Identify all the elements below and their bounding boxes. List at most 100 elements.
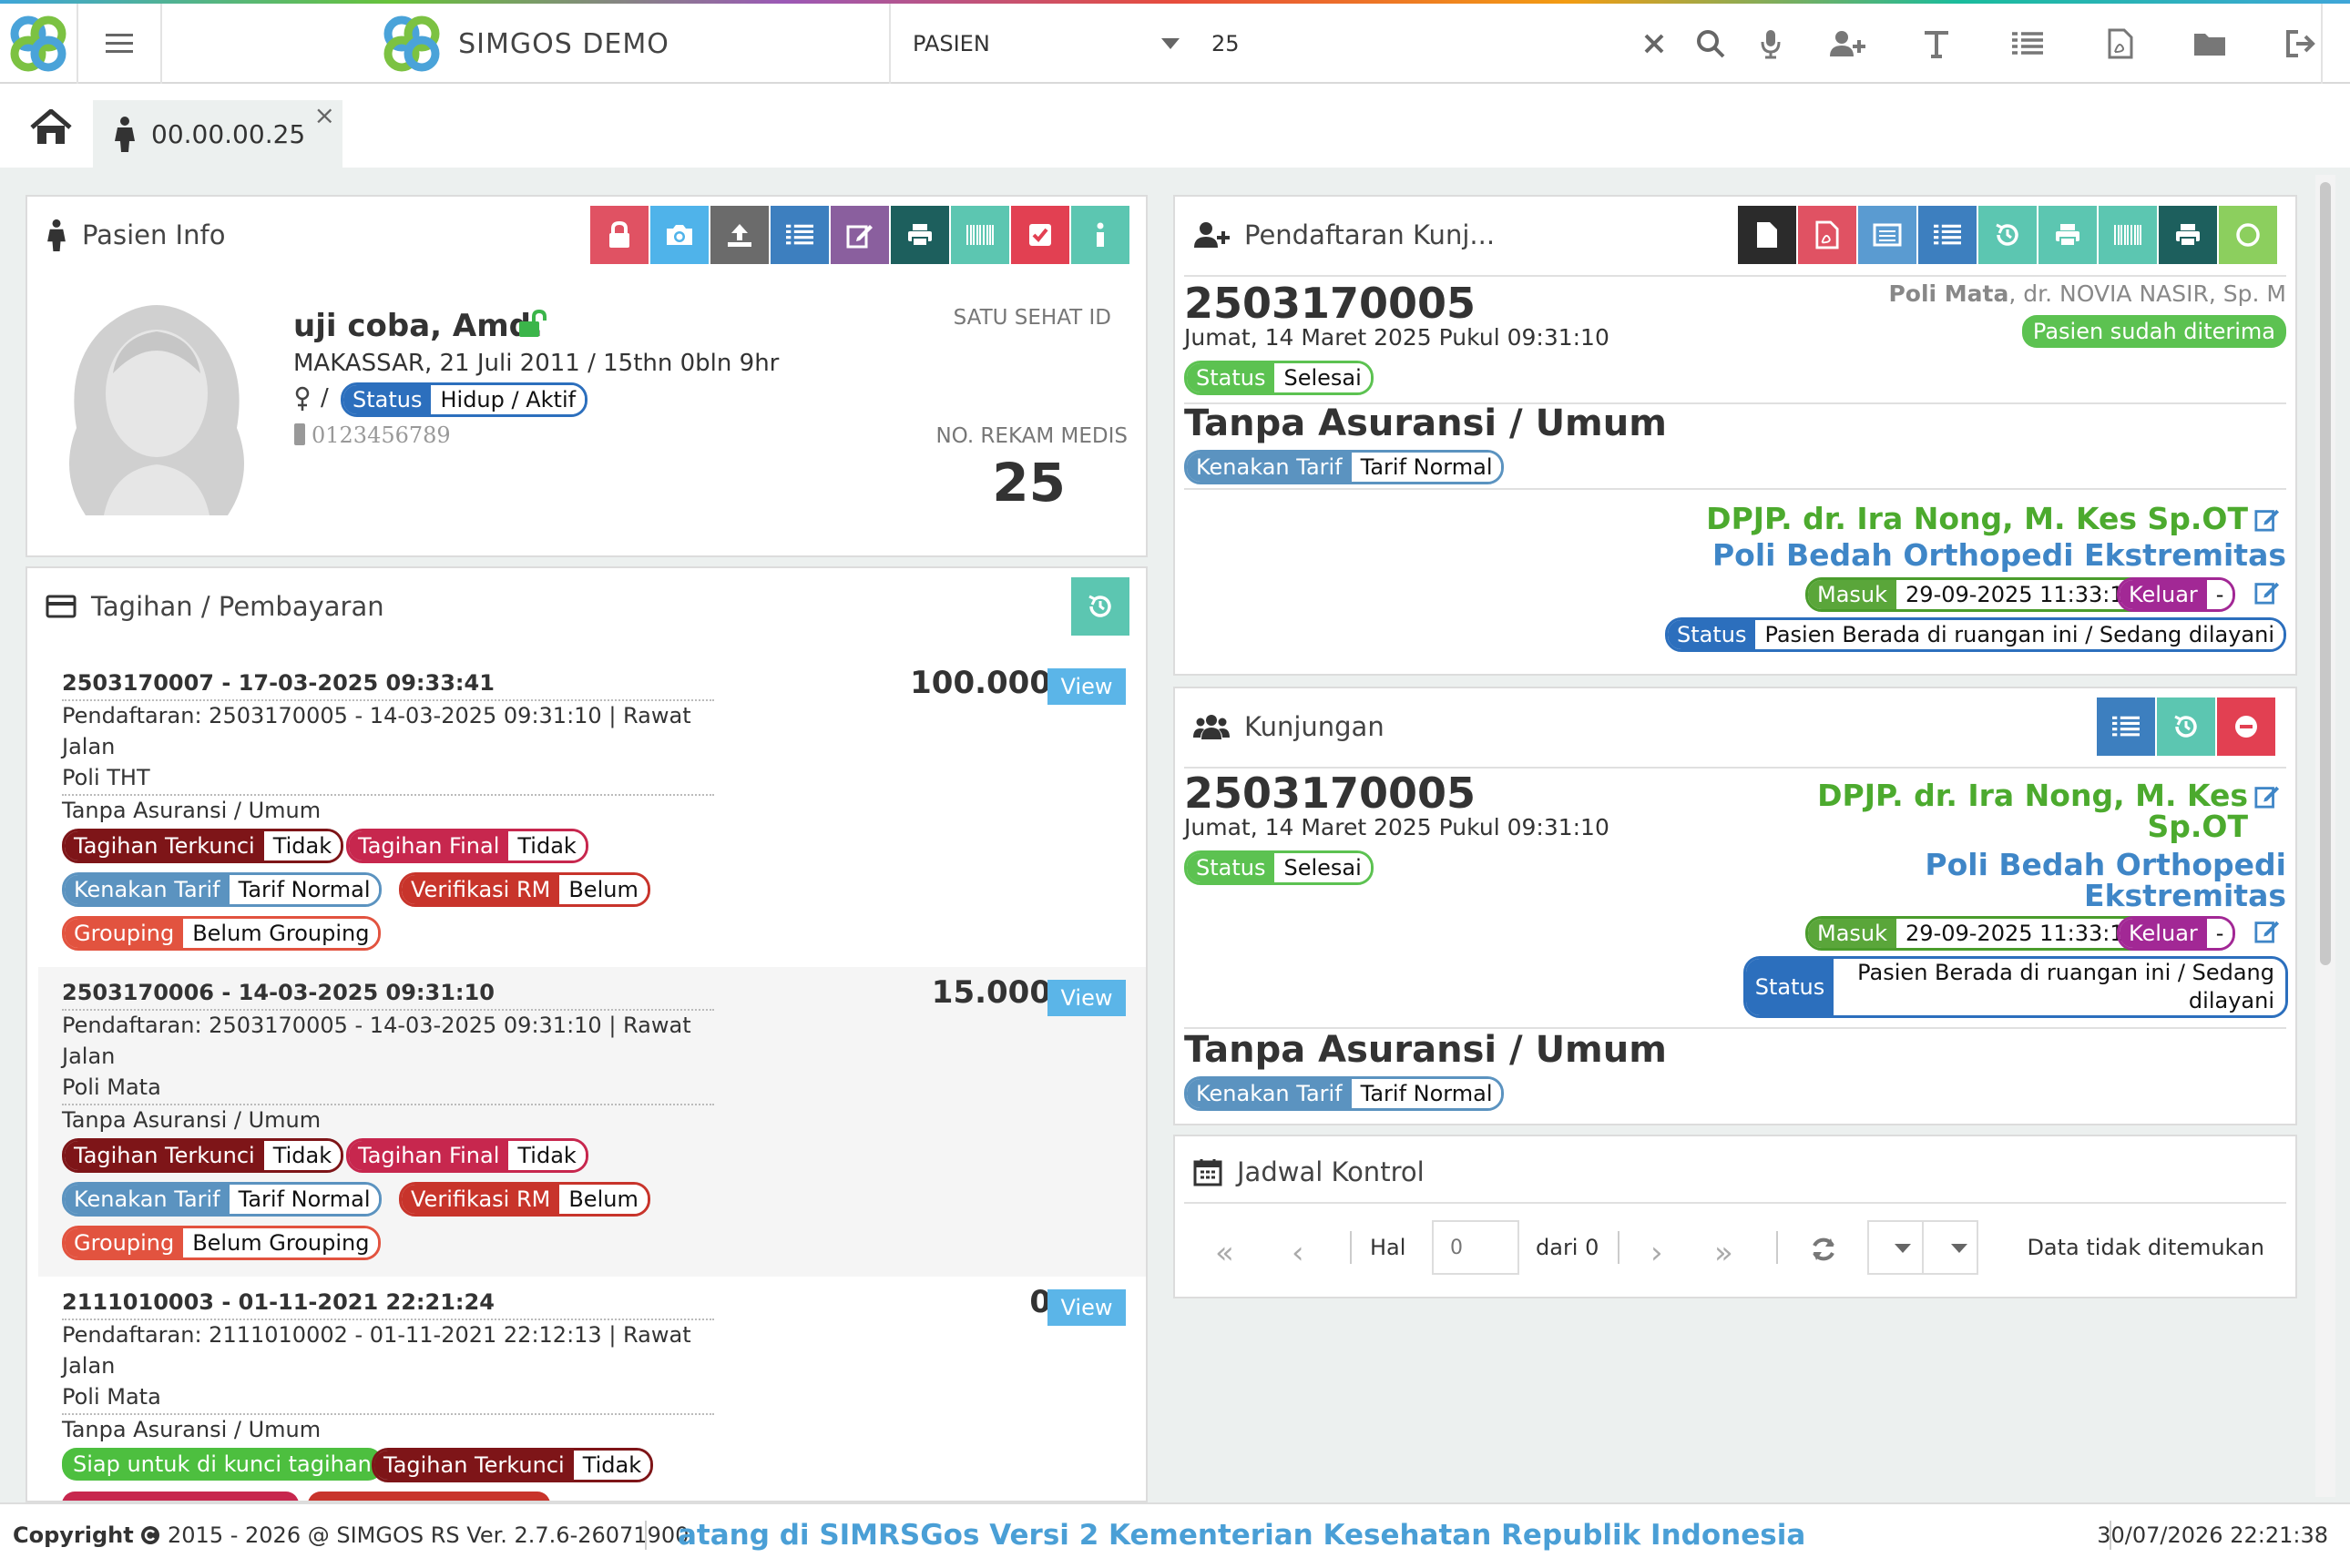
pdf-button[interactable] [2100,24,2141,64]
sign-out-icon [2286,30,2315,57]
users-icon [1193,715,1230,739]
tab-patient[interactable]: 00.00.00.25 × [93,100,342,168]
marquee-text: atang di SIMRSGos Versi 2 Kementerian Ke… [678,1519,1806,1552]
barcode-button[interactable] [951,206,1009,264]
satu-sehat-label: SATU SEHAT ID [953,306,1111,330]
brand-logo-icon [383,15,440,72]
history-button[interactable] [1978,206,2037,264]
list-item: 2503170006 - 14-03-2025 09:31:10 Pendaft… [38,967,1146,1277]
patient-birth: MAKASSAR, 21 Juli 2011 / 15thn 0bln 9hr [293,350,780,377]
empty-message: Data tidak ditemukan [2027,1235,2264,1260]
hal-label: Hal [1370,1235,1406,1260]
logout-button[interactable] [2281,24,2321,64]
lock-button[interactable] [590,206,649,264]
minus-circle-icon [2235,716,2257,738]
brand: SIMGOS DEMO [162,4,891,84]
pdf-button[interactable] [1798,206,1856,264]
view-button[interactable]: View [1047,980,1126,1016]
tab-close-icon[interactable]: × [314,100,335,130]
chevron-down-icon[interactable] [1161,38,1180,49]
status-badge: Tagihan Terkunci Tidak [62,1138,344,1173]
list-button[interactable] [2097,697,2155,756]
tarif-badge: Kenakan Tarif Tarif Normal [1184,1076,1505,1111]
page-size-select[interactable] [1867,1220,1978,1275]
status-badge: Tagihan Final Tidak [346,1138,588,1173]
keluar-badge: Keluar - [2117,577,2236,612]
page-total: dari 0 [1536,1235,1599,1260]
prev-page-button[interactable]: ‹ [1292,1235,1304,1271]
edit-icon[interactable] [2253,506,2281,532]
simgos-logo-icon [10,15,66,72]
first-page-button[interactable]: « [1215,1235,1234,1271]
app-logo[interactable] [0,4,78,84]
voice-search-button[interactable] [1751,24,1791,64]
status-badge: Kenakan Tarif Tarif Normal [62,1182,383,1217]
tagihan-panel: Tagihan / Pembayaran 2503170007 - 17-03-… [26,566,1148,1502]
scrollbar[interactable] [2315,175,2335,1497]
list-button[interactable] [771,206,829,264]
refresh-icon[interactable] [1809,1235,1838,1264]
print-label-button[interactable] [2159,206,2217,264]
search-type-select[interactable]: PASIEN [913,4,1186,84]
list-button[interactable] [1918,206,1977,264]
folder-button[interactable] [2190,24,2230,64]
cancel-button[interactable] [2217,697,2275,756]
edit-icon[interactable] [2253,918,2281,943]
phone-icon [294,423,305,445]
tab-home[interactable] [26,106,77,149]
text-button[interactable] [1916,24,1957,64]
verify-button[interactable] [1011,206,1069,264]
pdf-icon [1815,220,1839,249]
file-icon [1757,222,1777,248]
card-button[interactable] [1858,206,1916,264]
camera-button[interactable] [650,206,709,264]
panel-title: Jadwal Kontrol [1237,1156,1425,1187]
clear-search-button[interactable] [1634,24,1674,64]
search-input[interactable] [1211,24,1621,64]
folder-icon [2194,34,2225,56]
footer-datetime: 30/07/2026 22:21:38 [2097,1522,2328,1548]
tab-patient-label: 00.00.00.25 [151,118,306,149]
info-button[interactable] [1071,206,1129,264]
scrollbar-thumb[interactable] [2320,182,2331,965]
lock-icon [609,221,629,248]
unlock-icon[interactable] [517,310,548,339]
barcode-icon [2114,225,2141,245]
list-button[interactable] [2008,24,2048,64]
history-icon [2174,715,2197,738]
history-button[interactable] [1071,577,1129,636]
print-button[interactable] [891,206,949,264]
history-button[interactable] [2157,697,2215,756]
status-badge: Grouping Belum Grouping [62,1226,382,1260]
brand-title: SIMGOS DEMO [458,27,669,60]
copyright-icon [141,1526,160,1544]
keluar-badge: Keluar - [2117,916,2236,951]
gender-separator: / [321,384,329,412]
last-page-button[interactable]: » [1714,1235,1733,1271]
edit-button[interactable] [831,206,889,264]
visit-number: 2503170005 [1184,769,1476,818]
status-badge: Status Hidup / Aktif [341,382,588,417]
edit-icon[interactable] [2253,783,2281,809]
search-button[interactable] [1691,24,1731,64]
panel-title: Pendaftaran Kunj... [1244,219,1496,250]
document-button[interactable] [1738,206,1796,264]
print-button[interactable] [2038,206,2097,264]
circle-button[interactable] [2219,206,2277,264]
view-button[interactable]: View [1047,668,1126,705]
patient-name: uji coba, Amd. [293,308,543,344]
edit-icon[interactable] [2253,579,2281,605]
add-patient-button[interactable] [1827,24,1867,64]
upload-button[interactable] [710,206,769,264]
print-icon [908,224,932,247]
kunjungan-panel: Kunjungan 2503170005 Jumat, 14 Maret 202… [1173,687,2297,1125]
hamburger-menu-button[interactable] [78,4,162,84]
room-name-cont: Ekstremitas [2084,878,2286,913]
view-button[interactable]: View [1047,1289,1126,1326]
page-input[interactable] [1432,1220,1519,1275]
next-page-button[interactable]: › [1650,1235,1663,1271]
received-badge: Pasien sudah diterima [2021,315,2286,348]
barcode-button[interactable] [2099,206,2157,264]
barcode-icon [966,225,994,245]
status-badge: Siap untuk di kunci tagihan [62,1448,383,1481]
